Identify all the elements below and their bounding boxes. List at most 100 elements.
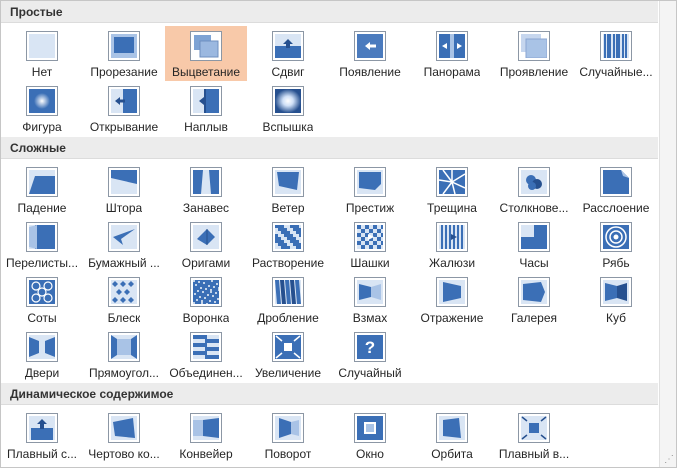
transition-item[interactable]: Рябь: [575, 217, 657, 272]
transition-item[interactable]: Шашки: [329, 217, 411, 272]
transition-item[interactable]: Столкнове...: [493, 162, 575, 217]
airplane-transition-icon: [108, 222, 140, 252]
transition-item[interactable]: Дробление: [247, 272, 329, 327]
resize-grip-icon[interactable]: ⋰: [664, 455, 674, 465]
transition-item[interactable]: Проявление: [493, 26, 575, 81]
transition-item[interactable]: Соты: [1, 272, 83, 327]
flash-transition-icon: [272, 86, 304, 116]
transition-label: Шашки: [350, 256, 390, 270]
transition-item[interactable]: Поворот: [247, 408, 329, 463]
drape-transition-icon: [108, 167, 140, 197]
transition-label: Сдвиг: [271, 65, 305, 79]
transition-item[interactable]: Трещина: [411, 162, 493, 217]
reveal-transition-icon: [518, 31, 550, 61]
section-grid: Падение Штора Занавес Ветер Престиж Трещина Ст…: [1, 159, 658, 383]
peel-off-transition-icon: [600, 167, 632, 197]
transition-label: Бумажный ...: [88, 256, 160, 270]
section-header: Динамическое содержимое: [1, 383, 658, 405]
gallery-transition-icon: [518, 277, 550, 307]
cut-transition-icon: [108, 31, 140, 61]
transition-label: Галерея: [510, 311, 558, 325]
transition-item[interactable]: Сдвиг: [247, 26, 329, 81]
transition-label: Открывание: [89, 120, 159, 134]
transition-item[interactable]: Падение: [1, 162, 83, 217]
transition-label: Увеличение: [254, 366, 322, 380]
random-transition-icon: ?: [354, 332, 386, 362]
transition-item[interactable]: Прямоугол...: [83, 327, 165, 382]
shred-transition-icon: [272, 277, 304, 307]
transition-item[interactable]: Конвейер: [165, 408, 247, 463]
transition-item[interactable]: Окно: [329, 408, 411, 463]
transition-item[interactable]: Нет: [1, 26, 83, 81]
transition-item[interactable]: Воронка: [165, 272, 247, 327]
transition-label: Двери: [24, 366, 60, 380]
transition-item[interactable]: Двери: [1, 327, 83, 382]
transition-label: Взмах: [352, 311, 388, 325]
transition-label: Трещина: [427, 201, 477, 215]
transition-item[interactable]: Плавный в...: [493, 408, 575, 463]
transition-item[interactable]: Расслоение: [575, 162, 657, 217]
transition-item[interactable]: Занавес: [165, 162, 247, 217]
curtains-transition-icon: [190, 167, 222, 197]
transition-label: Вспышка: [262, 120, 314, 134]
honeycomb-transition-icon: [26, 277, 58, 307]
transition-label: Куб: [606, 311, 626, 325]
cover-transition-icon: [190, 86, 222, 116]
transition-item[interactable]: Блеск: [83, 272, 165, 327]
split-transition-icon: [436, 31, 468, 61]
transition-item[interactable]: Фигура: [1, 81, 83, 136]
transition-item[interactable]: Куб: [575, 272, 657, 327]
transition-item[interactable]: Выцветание: [165, 26, 247, 81]
transition-item[interactable]: Прорезание: [83, 26, 165, 81]
transition-item[interactable]: Галерея: [493, 272, 575, 327]
transition-label: Жалюзи: [428, 256, 476, 270]
transition-item[interactable]: Плавный с...: [1, 408, 83, 463]
transition-item[interactable]: Растворение: [247, 217, 329, 272]
transition-item[interactable]: Открывание: [83, 81, 165, 136]
none-transition-icon: [26, 31, 58, 61]
transition-item[interactable]: Вспышка: [247, 81, 329, 136]
box-transition-icon: [108, 332, 140, 362]
transition-label: Появление: [339, 65, 401, 79]
random-bars-transition-icon: [600, 31, 632, 61]
transition-item[interactable]: Бумажный ...: [83, 217, 165, 272]
transition-item[interactable]: Панорама: [411, 26, 493, 81]
pan-transition-icon: [26, 413, 58, 443]
transition-label: Наплыв: [184, 120, 228, 134]
transition-item[interactable]: Оригами: [165, 217, 247, 272]
transition-item[interactable]: Взмах: [329, 272, 411, 327]
transition-item[interactable]: Отражение: [411, 272, 493, 327]
doors-transition-icon: [26, 332, 58, 362]
transition-item[interactable]: Престиж: [329, 162, 411, 217]
transition-label: Дробление: [257, 311, 319, 325]
transition-item[interactable]: Случайные...: [575, 26, 657, 81]
transition-label: Оригами: [181, 256, 231, 270]
transition-label: Расслоение: [582, 201, 650, 215]
transition-item[interactable]: Жалюзи: [411, 217, 493, 272]
transition-item[interactable]: Орбита: [411, 408, 493, 463]
transition-item[interactable]: Увеличение: [247, 327, 329, 382]
transition-gallery: Простые Нет Прорезание Выцветание Сдвиг Появл…: [0, 0, 677, 468]
transition-label: Случайный: [338, 366, 402, 380]
transition-item[interactable]: ? Случайный: [329, 327, 411, 382]
origami-transition-icon: [190, 222, 222, 252]
transition-label: Случайные...: [579, 65, 653, 79]
transition-item[interactable]: Наплыв: [165, 81, 247, 136]
transition-item[interactable]: Перелисты...: [1, 217, 83, 272]
transition-item[interactable]: Ветер: [247, 162, 329, 217]
transition-label: Соты: [27, 311, 57, 325]
transition-label: Растворение: [251, 256, 325, 270]
push-transition-icon: [272, 31, 304, 61]
transition-item[interactable]: Часы: [493, 217, 575, 272]
page-curl-transition-icon: [26, 222, 58, 252]
transition-label: Чертово ко...: [88, 447, 160, 461]
transition-item[interactable]: Объединен...: [165, 327, 247, 382]
transition-item[interactable]: Появление: [329, 26, 411, 81]
transition-item[interactable]: Чертово ко...: [83, 408, 165, 463]
vertical-scrollbar[interactable]: [659, 1, 676, 467]
glitter-transition-icon: [108, 277, 140, 307]
transition-label: Прорезание: [90, 65, 158, 79]
transition-label: Рябь: [602, 256, 630, 270]
transition-label: Нет: [31, 65, 53, 79]
transition-item[interactable]: Штора: [83, 162, 165, 217]
